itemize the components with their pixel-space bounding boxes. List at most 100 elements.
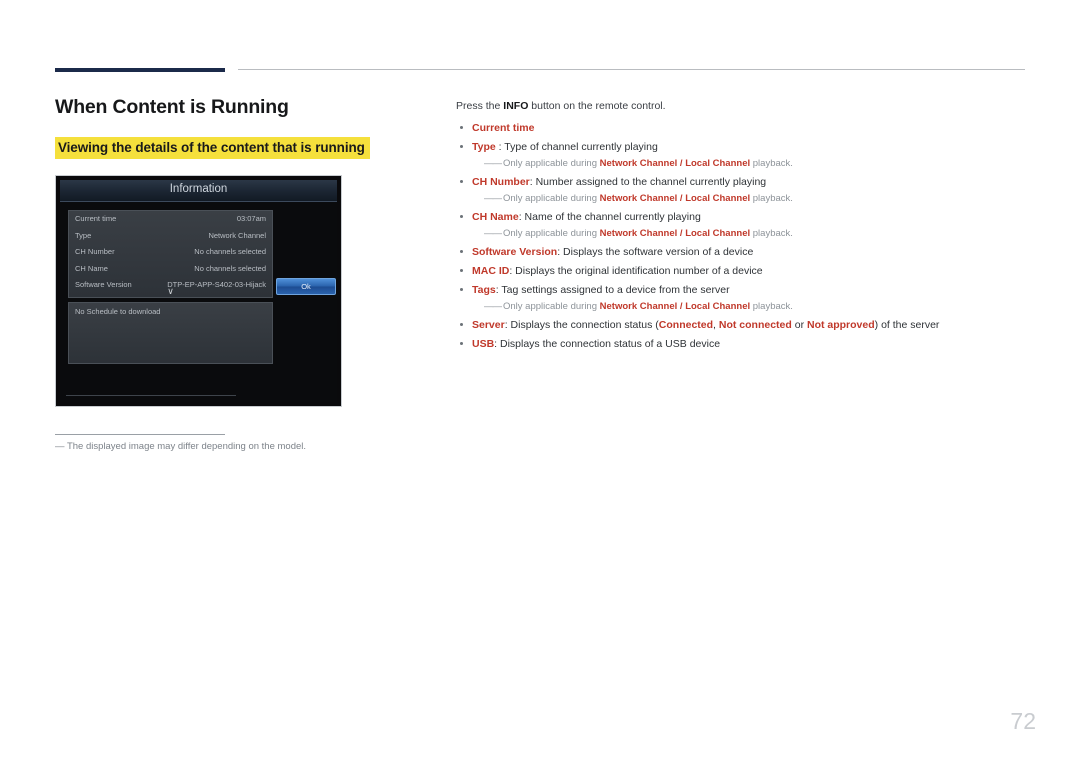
left-column: When Content is Running Viewing the deta… [55,96,415,407]
subnote-channel-a: Network Channel [599,158,678,169]
right-column: Press the INFO button on the remote cont… [456,100,1036,356]
tv-screen: Information Current time 03:07am Type Ne… [60,180,337,402]
list-item: Tags: Tag settings assigned to a device … [456,283,1036,313]
subnote-post: playback. [750,228,793,239]
subnote-sep: / [677,228,686,239]
subnote-pre: Only applicable during [503,158,600,169]
item-subnote: ―― Only applicable during Network Channel… [484,300,1036,313]
page-title: When Content is Running [55,96,289,118]
subnote-pre: Only applicable during [503,228,600,239]
bullet-dot-icon [460,126,463,129]
subnote-channel-a: Network Channel [599,228,678,239]
item-line: Tags: Tag settings assigned to a device … [472,283,1036,297]
server-comma-2: or [791,319,807,331]
item-line: MAC ID: Displays the original identifica… [472,264,1036,278]
subnote-channel-b: Local Channel [685,228,751,239]
info-row-value: Network Channel [208,230,266,240]
list-item: MAC ID: Displays the original identifica… [456,264,1036,278]
info-row-value: No channels selected [194,247,266,256]
information-title-bar: Information [60,180,337,202]
subnote-channel-b: Local Channel [685,158,751,169]
list-item: Current time [456,121,1036,135]
item-line: CH Name: Name of the channel currently p… [472,210,1036,224]
item-label: Type [472,141,496,153]
subnote-channel-a: Network Channel [599,193,678,204]
intro-post: button on the remote control. [528,100,666,112]
info-detail-panel: Current time 03:07am Type Network Channe… [68,210,273,298]
header-rule-line [238,69,1025,70]
info-row: Current time 03:07am [69,211,272,228]
info-row: Type Network Channel [69,228,272,245]
subnote-post: playback. [750,301,793,312]
section-subtitle: Viewing the details of the content that … [55,137,370,159]
bullet-dot-icon [460,342,463,345]
server-pre: : Displays the connection status ( [504,319,659,331]
note-text: The displayed image may differ depending… [66,441,307,452]
subnote-pre: Only applicable during [503,301,600,312]
status-not-connected: Not connected [718,319,792,331]
item-label: Current time [472,122,535,134]
info-row-key: Current time [75,214,117,223]
intro-paragraph: Press the INFO button on the remote cont… [456,100,1036,112]
information-title: Information [169,183,228,195]
item-line: Current time [472,121,1036,135]
item-label: MAC ID [472,265,510,277]
subnote-dash: ―― [484,228,502,239]
ok-button[interactable]: Ok [276,278,336,295]
item-label: USB [472,338,495,350]
item-desc: : Name of the channel currently playing [518,211,701,223]
page-number: 72 [1010,708,1036,734]
item-line: USB: Displays the connection status of a… [472,337,1036,351]
info-row-key: Type [75,230,92,240]
item-desc: : Tag settings assigned to a device from… [495,284,730,296]
item-label: CH Number [472,176,530,188]
info-item-list: Current time Type : Type of channel curr… [456,121,1036,351]
bullet-dot-icon [460,250,463,253]
subnote-sep: / [677,158,686,169]
item-label: Software Version [472,246,558,258]
info-row-key: CH Name [75,263,108,273]
chevron-down-icon: ∨ [167,286,174,296]
list-item: Software Version: Displays the software … [456,245,1036,259]
item-line: Type : Type of channel currently playing [472,140,1036,154]
list-item: CH Number: Number assigned to the channe… [456,175,1036,205]
item-desc: : Displays the connection status of a US… [494,338,721,350]
schedule-text: No Schedule to download [75,307,161,316]
subnote-sep: / [677,193,686,204]
subnote-channel-a: Network Channel [599,301,678,312]
info-row: CH Name No channels selected [69,261,272,278]
info-row-value: No channels selected [194,263,266,273]
list-item: Type : Type of channel currently playing… [456,140,1036,170]
ok-button-label: Ok [301,282,311,291]
bullet-dot-icon [460,288,463,291]
info-row-value: 03:07am [236,214,266,223]
bullet-dot-icon [460,269,463,272]
subnote-dash: ―― [484,193,502,204]
item-desc: : Displays the software version of a dev… [557,246,754,258]
status-not-approved: Not approved [806,319,875,331]
bullet-dot-icon [460,323,463,326]
item-desc: : Number assigned to the channel current… [529,176,767,188]
item-line: Software Version: Displays the software … [472,245,1036,259]
item-label: CH Name [472,211,519,223]
item-desc: : Displays the original identification n… [509,265,763,277]
list-item-server: Server: Displays the connection status (… [456,318,1036,332]
subnote-channel-b: Local Channel [685,301,751,312]
subnote-sep: / [677,301,686,312]
subnote-post: playback. [750,193,793,204]
item-subnote: ―― Only applicable during Network Channel… [484,227,1036,240]
header-rule-accent [55,68,225,72]
item-line: Server: Displays the connection status (… [472,318,1036,332]
bullet-dot-icon [460,180,463,183]
bullet-dot-icon [460,215,463,218]
server-post: ) of the server [874,319,940,331]
list-item-usb: USB: Displays the connection status of a… [456,337,1036,351]
item-subnote: ―― Only applicable during Network Channel… [484,157,1036,170]
subnote-dash: ―― [484,301,502,312]
subnote-dash: ―― [484,158,502,169]
item-line: CH Number: Number assigned to the channe… [472,175,1036,189]
item-label: Tags [472,284,496,296]
tv-footer-divider [66,395,236,396]
subnote-post: playback. [750,158,793,169]
intro-pre: Press the [456,100,504,112]
